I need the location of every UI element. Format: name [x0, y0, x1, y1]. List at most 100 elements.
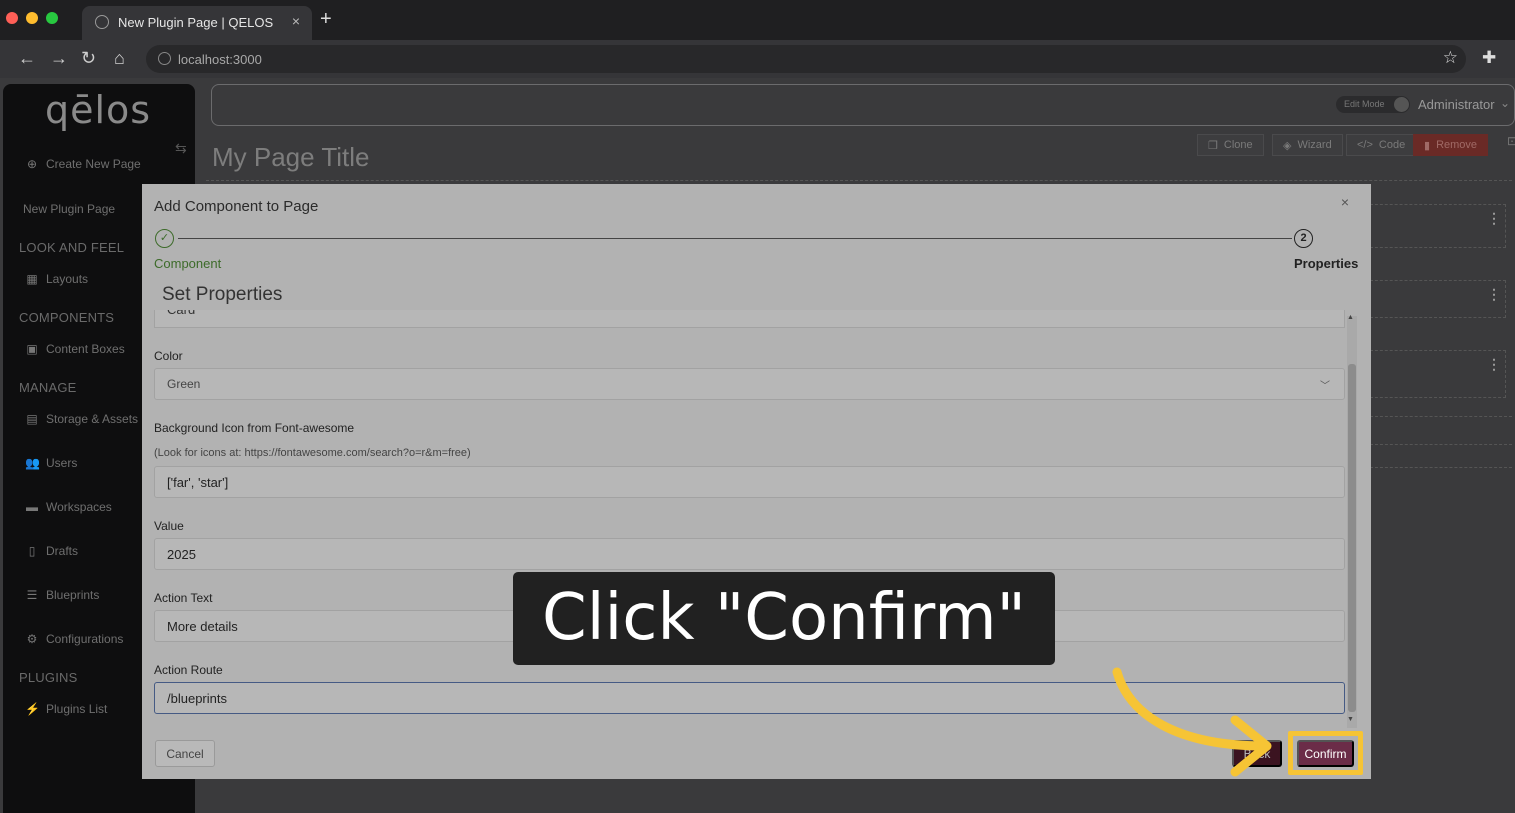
- lock-icon[interactable]: ⊡: [1507, 134, 1515, 148]
- clone-icon: ❐: [1208, 139, 1218, 152]
- qelos-logo[interactable]: qēlos: [45, 88, 151, 132]
- gear-icon: ⚙: [26, 632, 38, 646]
- field-label: Action Route: [154, 663, 223, 677]
- sidebar-item-label: Plugins List: [46, 702, 108, 716]
- field-label: Background Icon from Font-awesome: [154, 421, 355, 435]
- reload-icon[interactable]: ↻: [81, 48, 96, 68]
- color-select[interactable]: Green ﹀: [154, 368, 1345, 400]
- sidebar-item-blueprints[interactable]: ☰ Blueprints: [25, 588, 100, 602]
- confirm-highlight-box: [1288, 731, 1363, 775]
- sidebar-item-configurations[interactable]: ⚙ Configurations: [25, 632, 124, 646]
- background-component-card: [1370, 204, 1506, 248]
- sidebar-item-label: Users: [46, 456, 78, 470]
- sidebar-item-new-plugin-page[interactable]: New Plugin Page: [23, 202, 115, 216]
- toggle-knob: [1394, 97, 1409, 112]
- storage-icon: ▤: [26, 412, 38, 426]
- value-input[interactable]: 2025: [154, 538, 1345, 570]
- scroll-down-arrow-icon[interactable]: ▼: [1347, 716, 1354, 723]
- sidebar-item-label: Content Boxes: [46, 342, 125, 356]
- close-icon[interactable]: ×: [1341, 194, 1349, 210]
- users-icon: 👥: [25, 456, 40, 470]
- sidebar-section-plugins: PLUGINS: [19, 670, 78, 685]
- step-label-component[interactable]: Component: [154, 256, 221, 271]
- sidebar-item-label: Blueprints: [46, 588, 100, 602]
- maximize-window-button[interactable]: [46, 12, 58, 24]
- page-divider: [1370, 444, 1512, 445]
- new-tab-button[interactable]: +: [320, 8, 332, 31]
- variant-field[interactable]: Card: [154, 310, 1345, 328]
- forward-arrow-icon[interactable]: →: [50, 48, 68, 68]
- collapse-sidebar-icon[interactable]: ⇆: [175, 140, 187, 157]
- app-header: [211, 84, 1515, 126]
- page-divider: [206, 180, 1512, 181]
- background-icon-input[interactable]: ['far', 'star']: [154, 466, 1345, 498]
- code-button[interactable]: </> Code: [1346, 134, 1417, 156]
- sidebar-item-content-boxes[interactable]: ▣ Content Boxes: [25, 342, 125, 356]
- field-label: Color: [154, 349, 183, 363]
- back-arrow-icon[interactable]: ←: [18, 48, 36, 68]
- step-label-properties: Properties: [1294, 256, 1359, 271]
- code-label: Code: [1378, 139, 1406, 151]
- field-label: Action Text: [154, 591, 213, 605]
- grid-icon: ▦: [26, 272, 38, 286]
- bookmark-star-icon[interactable]: ☆: [1443, 48, 1458, 68]
- sidebar-item-label: Layouts: [46, 272, 89, 286]
- sidebar-section-look-and-feel: LOOK AND FEEL: [19, 240, 125, 255]
- box-icon: ▣: [26, 342, 38, 356]
- step-number: 2: [1294, 229, 1313, 248]
- scroll-up-arrow-icon[interactable]: ▲: [1347, 314, 1354, 321]
- sidebar-section-manage: MANAGE: [19, 380, 77, 395]
- tutorial-instruction: Click "Confirm": [513, 572, 1055, 665]
- home-icon[interactable]: ⌂: [114, 48, 125, 68]
- close-window-button[interactable]: [6, 12, 18, 24]
- scrollbar-thumb[interactable]: [1348, 364, 1356, 712]
- background-component-card: [1370, 280, 1506, 318]
- browser-toolbar: ← → ↻ ⌂ localhost:3000 ☆ ✚: [0, 40, 1515, 78]
- tab-title: New Plugin Page | QELOS: [118, 15, 274, 30]
- page-divider: [1370, 416, 1512, 417]
- clone-button[interactable]: ❐ Clone: [1197, 134, 1264, 156]
- browser-tab[interactable]: New Plugin Page | QELOS ×: [82, 6, 312, 40]
- minimize-window-button[interactable]: [26, 12, 38, 24]
- chevron-down-icon[interactable]: ⌄: [1500, 96, 1510, 110]
- edit-mode-toggle[interactable]: Edit Mode: [1336, 96, 1410, 113]
- plus-circle-icon: ⊕: [26, 157, 38, 171]
- cancel-button[interactable]: Cancel: [155, 740, 215, 767]
- more-options-icon[interactable]: ⋮: [1487, 356, 1501, 373]
- field-label: Value: [154, 519, 184, 533]
- chevron-down-icon: ﹀: [1320, 381, 1330, 392]
- sidebar-item-plugins-list[interactable]: ⚡ Plugins List: [25, 702, 107, 716]
- sidebar-item-label: Drafts: [46, 544, 79, 558]
- sidebar-item-create-new-page[interactable]: ⊕ Create New Page: [25, 157, 141, 171]
- briefcase-icon: ▬: [26, 500, 38, 514]
- step-complete-check-icon: ✓: [155, 229, 174, 248]
- more-options-icon[interactable]: ⋮: [1487, 286, 1501, 303]
- url-text: localhost:3000: [178, 52, 262, 67]
- sidebar-item-label: Create New Page: [46, 157, 141, 171]
- sidebar-item-users[interactable]: 👥 Users: [25, 456, 77, 470]
- page-title[interactable]: My Page Title: [212, 142, 370, 173]
- clone-label: Clone: [1223, 139, 1253, 151]
- tab-close-icon[interactable]: ×: [292, 13, 300, 29]
- remove-button[interactable]: ▮ Remove: [1413, 134, 1489, 156]
- sidebar-item-workspaces[interactable]: ▬ Workspaces: [25, 500, 112, 514]
- sidebar-item-storage-assets[interactable]: ▤ Storage & Assets: [25, 412, 138, 426]
- extensions-puzzle-icon[interactable]: ✚: [1482, 48, 1496, 68]
- sidebar-item-drafts[interactable]: ▯ Drafts: [25, 544, 78, 558]
- browser-tab-bar: New Plugin Page | QELOS × +: [0, 0, 1515, 40]
- layers-icon: ◈: [1283, 139, 1292, 152]
- document-icon: ▯: [28, 544, 36, 558]
- pointer-arrow-icon: [1112, 667, 1272, 777]
- dialog-title: Add Component to Page: [154, 198, 319, 215]
- database-icon: ☰: [26, 588, 38, 602]
- plug-icon: ⚡: [25, 702, 40, 716]
- site-info-icon[interactable]: [158, 52, 171, 65]
- more-options-icon[interactable]: ⋮: [1487, 210, 1501, 227]
- sidebar-item-label: Workspaces: [46, 500, 112, 514]
- user-menu[interactable]: Administrator: [1418, 97, 1495, 112]
- address-bar[interactable]: localhost:3000 ☆: [146, 45, 1466, 73]
- sidebar-item-layouts[interactable]: ▦ Layouts: [25, 272, 88, 286]
- sidebar-item-label: Configurations: [46, 632, 124, 646]
- select-value: Green: [167, 377, 201, 391]
- wizard-button[interactable]: ◈ Wizard: [1272, 134, 1343, 156]
